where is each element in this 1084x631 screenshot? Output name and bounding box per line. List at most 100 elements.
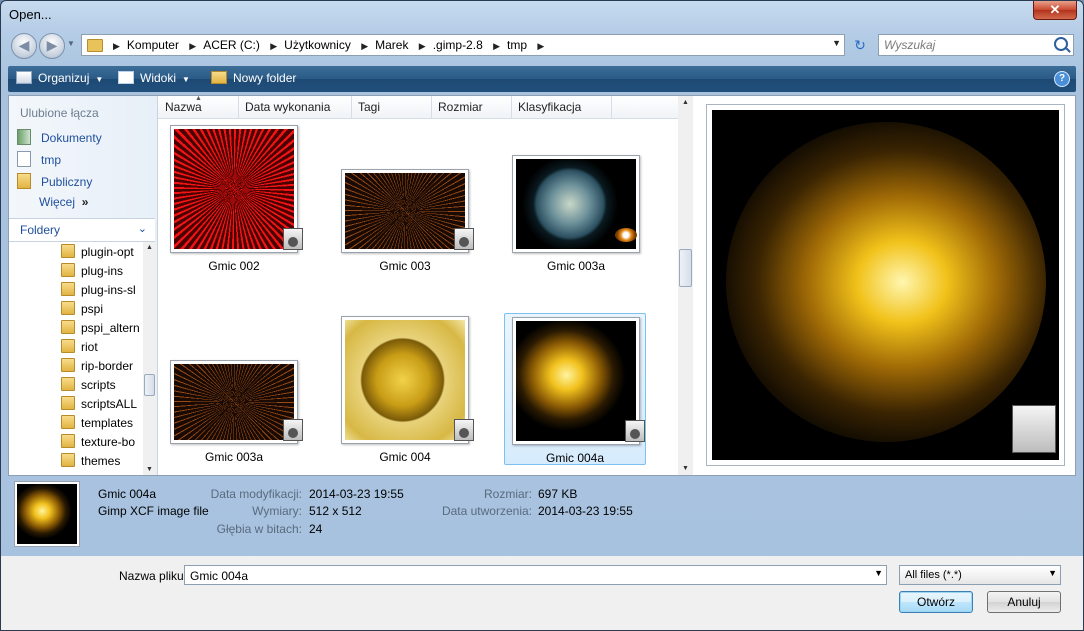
column-label: Data wykonania <box>245 100 331 114</box>
more-favorites-link[interactable]: Więcej » <box>39 195 88 215</box>
open-button[interactable]: Otwórz <box>899 591 973 613</box>
thumbnail-image <box>17 484 77 544</box>
filename-input[interactable]: Gmic 004a ▼ <box>184 565 887 585</box>
cancel-button[interactable]: Anuluj <box>987 591 1061 613</box>
file-item-gmic-002[interactable]: Gmic 002 <box>163 122 305 274</box>
views-button[interactable]: Widoki ▼ <box>118 71 190 85</box>
tree-item[interactable]: templates <box>61 415 133 434</box>
crumb-uzytkownicy[interactable]: Użytkownicy <box>284 38 351 52</box>
column-tags[interactable]: Tagi <box>358 100 380 114</box>
gimp-icon <box>283 419 303 441</box>
content-area: Ulubione łącza Dokumenty tmp Publiczny W… <box>8 95 1076 476</box>
chevron-right-icon[interactable]: ▶ <box>419 41 426 52</box>
file-list-scrollbar[interactable]: ▲ ▼ <box>678 96 693 475</box>
tree-item[interactable]: texture-bo <box>61 434 135 453</box>
column-headers: Nazwa ▲ Data wykonania Tagi Rozmiar Klas… <box>158 95 678 119</box>
file-item-gmic-003a[interactable]: Gmic 003a <box>505 122 647 274</box>
scroll-thumb[interactable] <box>679 249 692 287</box>
folder-icon <box>61 434 75 448</box>
file-item-gmic-003a-2[interactable]: Gmic 003a <box>163 313 305 465</box>
column-size[interactable]: Rozmiar <box>438 100 483 114</box>
column-name[interactable]: Nazwa <box>165 100 202 114</box>
column-divider[interactable] <box>431 96 432 118</box>
crumb-gimp[interactable]: .gimp-2.8 <box>433 38 483 52</box>
favorite-dokumenty[interactable]: Dokumenty <box>17 129 102 149</box>
close-button[interactable]: ✕ <box>1033 1 1077 20</box>
chevron-right-icon[interactable]: ▶ <box>113 41 120 52</box>
column-label: Nazwa <box>165 100 202 114</box>
chevron-right-icon[interactable]: ▶ <box>189 41 196 52</box>
search-box[interactable]: Wyszukaj <box>878 34 1074 56</box>
tree-item[interactable]: scriptsALL <box>61 396 137 415</box>
column-date[interactable]: Data wykonania <box>245 100 330 114</box>
crumb-marek[interactable]: Marek <box>375 38 408 52</box>
favorite-tmp[interactable]: tmp <box>17 151 61 171</box>
tree-item-label: plug-ins <box>81 264 124 278</box>
file-name: Gmic 003a <box>546 259 606 273</box>
address-history-dropdown[interactable]: ▼ <box>832 38 841 48</box>
tree-item-label: templates <box>81 416 134 430</box>
gimp-icon <box>454 419 474 441</box>
title-bar[interactable]: Open... ✕ <box>1 1 1083 27</box>
favorite-publiczny[interactable]: Publiczny <box>17 173 92 193</box>
file-item-gmic-004[interactable]: Gmic 004 <box>334 313 476 465</box>
scroll-up-icon[interactable]: ▲ <box>678 99 693 106</box>
folder-tree-scrollbar[interactable]: ▲ ▼ <box>143 242 156 475</box>
chevron-down-icon[interactable]: ▼ <box>874 568 883 578</box>
favorites-heading: Ulubione łącza <box>20 106 99 120</box>
tree-item[interactable]: plugin-opt <box>61 244 134 263</box>
tree-item[interactable]: rip-border <box>61 358 133 377</box>
new-folder-button[interactable]: Nowy folder <box>211 71 296 85</box>
open-dialog: Open... ✕ ◀ ▶ ▼ ▶ Komputer ▶ ACER (C:) ▶ Uż… <box>0 0 1084 631</box>
favorite-label: Publiczny <box>41 175 93 189</box>
scroll-thumb[interactable] <box>144 374 155 396</box>
chevron-right-icon[interactable]: ▶ <box>270 41 277 52</box>
address-bar[interactable]: ▶ Komputer ▶ ACER (C:) ▶ Użytkownicy ▶ Marek… <box>81 34 845 56</box>
tree-item[interactable]: themes <box>61 453 120 472</box>
refresh-button[interactable]: ↻ <box>849 35 871 55</box>
back-button[interactable]: ◀ <box>11 33 37 59</box>
organize-button[interactable]: Organizuj ▼ <box>16 71 103 85</box>
crumb-acer[interactable]: ACER (C:) <box>203 38 260 52</box>
chevron-right-icon[interactable]: ▶ <box>361 41 368 52</box>
column-divider[interactable] <box>238 96 239 118</box>
file-item-gmic-003[interactable]: Gmic 003 <box>334 122 476 274</box>
column-divider[interactable] <box>611 96 612 118</box>
search-input[interactable]: Wyszukaj <box>884 38 935 52</box>
column-label: Klasyfikacja <box>518 100 582 114</box>
navigation-pane: Ulubione łącza Dokumenty tmp Publiczny W… <box>9 96 158 475</box>
file-type-select[interactable]: All files (*.*) ▼ <box>899 565 1061 585</box>
folders-header[interactable]: Foldery ⌄ <box>9 218 155 242</box>
tree-item[interactable]: riot <box>61 339 98 358</box>
scroll-down-icon[interactable]: ▼ <box>678 465 693 472</box>
file-item-gmic-004a[interactable]: Gmic 004a <box>504 313 646 465</box>
double-chevron-icon: » <box>81 195 89 209</box>
file-name: Gmic 004 <box>379 450 431 464</box>
tree-item[interactable]: scripts <box>61 377 116 396</box>
crumb-komputer[interactable]: Komputer <box>127 38 179 52</box>
views-icon <box>118 71 134 84</box>
tree-item[interactable]: pspi <box>61 301 103 320</box>
details-pane: Gmic 004a Gimp XCF image file Data modyf… <box>8 478 1076 554</box>
tree-item[interactable]: pspi_altern <box>61 320 140 339</box>
recent-pages-dropdown[interactable]: ▼ <box>67 39 75 48</box>
tree-item[interactable]: plug-ins <box>61 263 123 282</box>
filename-label: Nazwa pliku: <box>119 569 188 583</box>
chevron-right-icon[interactable]: ▶ <box>537 41 544 52</box>
folder-icon <box>61 339 75 353</box>
tree-item[interactable]: plug-ins-sl <box>61 282 136 301</box>
file-list: Nazwa ▲ Data wykonania Tagi Rozmiar Klas… <box>158 95 678 475</box>
search-icon[interactable] <box>1054 37 1068 51</box>
scroll-up-icon[interactable]: ▲ <box>143 244 156 251</box>
crumb-tmp[interactable]: tmp <box>507 38 527 52</box>
column-divider[interactable] <box>351 96 352 118</box>
folder-icon <box>61 263 75 277</box>
modified-label: Data modyfikacji: <box>210 487 302 501</box>
column-divider[interactable] <box>511 96 512 118</box>
chevron-right-icon[interactable]: ▶ <box>493 41 500 52</box>
column-rating[interactable]: Klasyfikacja <box>518 100 581 114</box>
forward-button[interactable]: ▶ <box>39 33 65 59</box>
scroll-down-icon[interactable]: ▼ <box>143 466 156 473</box>
help-icon[interactable]: ? <box>1054 71 1070 87</box>
tree-item-label: riot <box>81 340 98 354</box>
